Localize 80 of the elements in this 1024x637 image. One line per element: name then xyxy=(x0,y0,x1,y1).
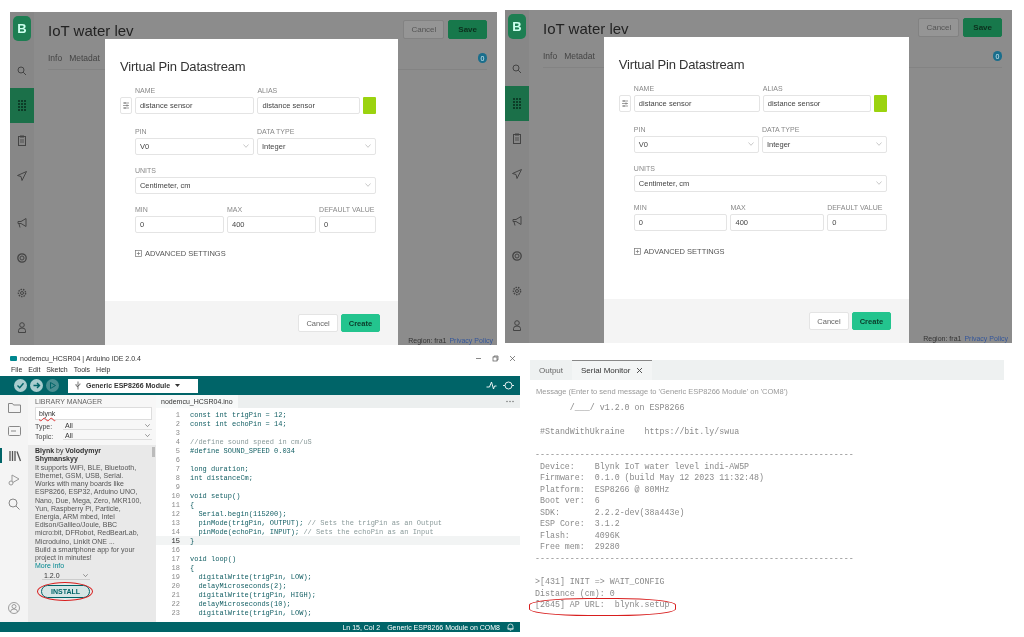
board-icon xyxy=(7,426,21,437)
serial-output-line: Free mem: 29280 xyxy=(538,542,620,552)
page-title: IoT water lev xyxy=(48,22,134,39)
send-icon xyxy=(512,168,522,179)
megaphone-icon xyxy=(17,217,27,228)
play-icon xyxy=(48,381,57,390)
books-icon xyxy=(8,449,22,462)
close-icon[interactable] xyxy=(509,354,516,362)
usb-icon xyxy=(75,381,81,390)
page-title: IoT water lev xyxy=(543,20,629,37)
chevron-down-icon xyxy=(876,142,883,147)
megaphone-icon xyxy=(512,215,522,226)
icon-picker-button[interactable] xyxy=(119,96,132,114)
serial-output-line: ESP Core: 3.1.2 xyxy=(538,519,620,529)
restore-icon[interactable] xyxy=(492,354,499,362)
panel-tab[interactable]: Output xyxy=(530,360,572,380)
color-swatch[interactable] xyxy=(363,96,377,114)
serial-output-line: Distance (cm): 0 xyxy=(535,588,615,598)
search-icon xyxy=(512,63,522,74)
color-swatch[interactable] xyxy=(874,94,888,112)
panel-tab[interactable]: Serial Monitor xyxy=(572,360,653,380)
clipboard-icon xyxy=(513,133,521,144)
chevron-down-icon xyxy=(145,434,150,437)
icon-picker-button[interactable] xyxy=(618,94,631,112)
serial-output-line: Firmware: 0.1.0 (build May 12 2023 11:32:48) xyxy=(538,473,765,483)
verify-button[interactable] xyxy=(14,379,27,392)
account-icon[interactable] xyxy=(8,602,20,614)
person-icon xyxy=(513,320,521,331)
close-icon[interactable] xyxy=(636,367,644,374)
serial-output-line: >[431] INIT => WAIT_CONFIG xyxy=(535,577,665,587)
debug-button[interactable] xyxy=(46,379,59,392)
serial-output-line: Flash: 4096K xyxy=(538,530,620,540)
sliders-icon xyxy=(621,98,628,108)
chevron-down-icon xyxy=(747,142,754,147)
lifebuoy-icon xyxy=(512,250,522,261)
serial-output-line: [2645] AP URL: blynk.setup xyxy=(535,600,670,610)
plus-icon xyxy=(134,249,142,257)
chevron-down-icon xyxy=(365,183,372,188)
app-icon xyxy=(10,355,17,361)
folder-icon xyxy=(7,402,21,413)
settings-icon xyxy=(17,287,27,298)
bell-icon[interactable] xyxy=(507,623,514,631)
clipboard-icon xyxy=(18,135,26,146)
plotter-icon[interactable] xyxy=(486,380,497,391)
chevron-down-icon xyxy=(365,144,372,149)
chevron-down-icon xyxy=(876,181,883,186)
chevron-down-icon xyxy=(243,144,250,149)
more-icon[interactable] xyxy=(506,400,514,403)
plus-icon xyxy=(633,247,641,255)
serial-output-line: #StandWithUkraine https://bit.ly/swua xyxy=(538,426,740,436)
serial-output-line: ---------------------------------------------------------------- xyxy=(535,553,854,563)
sliders-icon xyxy=(122,100,129,110)
lifebuoy-icon xyxy=(17,252,27,263)
checkmark-icon xyxy=(16,381,25,390)
serial-output-line: Device: Blynk IoT water level indi-AW5P xyxy=(538,461,750,471)
search-icon xyxy=(8,497,20,510)
send-icon xyxy=(17,170,27,181)
dialog-title: Virtual Pin Datastream xyxy=(618,56,746,72)
chevron-down-icon xyxy=(83,574,88,578)
caret-icon xyxy=(175,384,181,387)
serial-output-line: /___/ v1.2.0 on ESP8266 xyxy=(568,403,685,413)
sidebar-item[interactable] xyxy=(10,88,34,123)
sidebar-item[interactable] xyxy=(505,86,529,121)
settings-icon xyxy=(512,285,522,296)
debug-icon xyxy=(7,473,21,486)
serial-output-line: ---------------------------------------------------------------- xyxy=(535,450,854,460)
grid-icon xyxy=(17,100,27,111)
serial-monitor-icon[interactable] xyxy=(503,380,514,391)
upload-button[interactable] xyxy=(30,379,43,392)
arrow-right-icon xyxy=(32,381,41,390)
dialog-title: Virtual Pin Datastream xyxy=(119,58,247,74)
serial-output-line: Boot ver: 6 xyxy=(538,496,600,506)
app-logo: B xyxy=(508,14,526,39)
grid-icon xyxy=(512,98,522,109)
serial-output-line: SDK: 2.2.2-dev(38a443e) xyxy=(538,507,685,517)
person-icon xyxy=(18,322,26,333)
search-icon xyxy=(17,65,27,76)
chevron-down-icon xyxy=(145,424,150,427)
app-logo: B xyxy=(13,16,31,41)
serial-output-line: Platform: ESP8266 @ 80MHz xyxy=(538,484,670,494)
